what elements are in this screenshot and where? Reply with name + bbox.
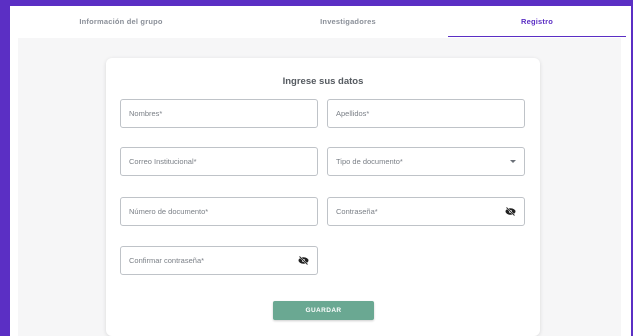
- eye-off-icon[interactable]: [504, 207, 516, 217]
- contrasena-label: Contraseña*: [336, 207, 378, 216]
- nombres-field[interactable]: Nombres*: [120, 99, 318, 128]
- eye-off-icon[interactable]: [297, 256, 309, 266]
- tipo-documento-label: Tipo de documento*: [336, 157, 403, 166]
- apellidos-label: Apellidos*: [336, 109, 370, 118]
- tab-bar: Información del grupo Investigadores Reg…: [18, 6, 628, 38]
- guardar-button[interactable]: GUARDAR: [273, 301, 374, 320]
- tab-informacion-del-grupo[interactable]: Información del grupo: [36, 6, 206, 37]
- tab-registro[interactable]: Registro: [448, 6, 626, 37]
- active-tab-indicator: [448, 36, 626, 37]
- confirmar-contrasena-label: Confirmar contraseña*: [129, 256, 205, 265]
- numero-documento-label: Número de documento*: [129, 207, 209, 216]
- tab-investigadores[interactable]: Investigadores: [263, 6, 433, 37]
- correo-label: Correo Institucional*: [129, 157, 197, 166]
- form-title: Ingrese sus datos: [282, 76, 364, 87]
- confirmar-contrasena-field[interactable]: Confirmar contraseña*: [120, 246, 318, 275]
- chevron-down-icon: [510, 160, 516, 163]
- apellidos-field[interactable]: Apellidos*: [327, 99, 525, 128]
- numero-documento-field[interactable]: Número de documento*: [120, 197, 318, 226]
- tipo-documento-select[interactable]: Tipo de documento*: [327, 147, 525, 176]
- nombres-label: Nombres*: [129, 109, 163, 118]
- correo-institucional-field[interactable]: Correo Institucional*: [120, 147, 318, 176]
- contrasena-field[interactable]: Contraseña*: [327, 197, 525, 226]
